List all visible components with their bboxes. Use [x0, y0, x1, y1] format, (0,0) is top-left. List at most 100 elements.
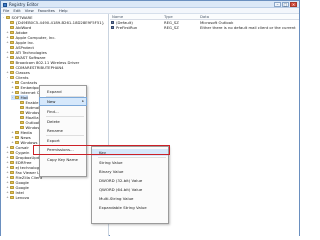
context-find[interactable]: Find... — [40, 108, 86, 115]
menu-edit[interactable]: Edit — [13, 8, 20, 13]
expander-icon[interactable]: + — [6, 31, 9, 34]
tree-item-label: Lenovo — [15, 195, 30, 200]
submenu-multi-string-value[interactable]: Multi-String Value — [92, 195, 168, 202]
string-value-icon — [111, 21, 114, 24]
expander-icon[interactable] — [16, 126, 19, 129]
folder-icon — [10, 176, 14, 179]
expander-icon[interactable]: + — [6, 186, 9, 189]
folder-icon — [10, 166, 14, 169]
folder-icon — [10, 26, 14, 29]
expander-icon[interactable]: + — [11, 86, 14, 89]
submenu-dword-value[interactable]: DWORD (32-bit) Value — [92, 177, 168, 184]
expander-icon[interactable]: + — [6, 56, 9, 59]
folder-icon — [6, 16, 10, 19]
expander-icon[interactable]: + — [6, 196, 9, 199]
folder-icon — [10, 41, 14, 44]
title-bar[interactable]: Registry Editor – □ × — [1, 1, 299, 8]
expander-icon[interactable]: + — [6, 161, 9, 164]
new-submenu: Key String Value Binary Value DWORD (32-… — [91, 146, 169, 224]
expander-icon[interactable]: + — [11, 136, 14, 139]
expander-icon[interactable]: + — [11, 91, 14, 94]
folder-icon — [10, 71, 14, 74]
folder-icon — [10, 191, 14, 194]
submenu-qword-value[interactable]: QWORD (64-bit) Value — [92, 186, 168, 193]
submenu-string-value[interactable]: String Value — [92, 159, 168, 166]
menu-file[interactable]: File — [3, 8, 9, 13]
context-export[interactable]: Export — [40, 137, 86, 144]
value-data: Either there is no default mail client o… — [200, 25, 297, 30]
folder-icon — [15, 131, 19, 134]
folder-icon — [10, 161, 14, 164]
maximize-button[interactable]: □ — [282, 2, 289, 7]
folder-icon — [20, 121, 24, 124]
expander-icon[interactable]: + — [6, 41, 9, 44]
expander-icon[interactable] — [6, 66, 9, 69]
expander-icon[interactable]: + — [11, 141, 14, 144]
folder-icon — [10, 171, 14, 174]
expander-icon[interactable]: + — [6, 51, 9, 54]
folder-icon — [10, 46, 14, 49]
expander-icon[interactable]: + — [6, 166, 9, 169]
folder-icon — [10, 181, 14, 184]
menu-help[interactable]: Help — [59, 8, 68, 13]
folder-icon — [10, 56, 14, 59]
folder-icon — [10, 36, 14, 39]
expander-icon[interactable]: - — [11, 96, 14, 99]
folder-icon — [10, 156, 14, 159]
expander-icon[interactable] — [6, 61, 9, 64]
folder-icon — [10, 51, 14, 54]
context-copy-key-name[interactable]: Copy Key Name — [40, 156, 86, 163]
expander-icon[interactable]: + — [11, 81, 14, 84]
separator — [46, 154, 84, 155]
expander-icon[interactable] — [16, 106, 19, 109]
expander-icon[interactable]: - — [2, 16, 5, 19]
expander-icon[interactable]: + — [6, 36, 9, 39]
expander-icon[interactable] — [16, 101, 19, 104]
folder-icon — [15, 96, 19, 99]
close-button[interactable]: × — [290, 2, 297, 7]
context-rename[interactable]: Rename — [40, 127, 86, 134]
expander-icon[interactable]: + — [6, 181, 9, 184]
expander-icon[interactable]: + — [6, 156, 9, 159]
expander-icon[interactable]: + — [6, 171, 9, 174]
folder-icon — [10, 61, 14, 64]
registry-editor-window: Registry Editor – □ × File Edit View Fav… — [0, 0, 300, 236]
expander-icon[interactable] — [6, 26, 9, 29]
expander-icon[interactable] — [6, 21, 9, 24]
expander-icon[interactable] — [6, 46, 9, 49]
separator — [46, 116, 84, 117]
folder-icon — [10, 151, 14, 154]
expander-icon[interactable]: + — [6, 191, 9, 194]
expander-icon[interactable]: - — [6, 76, 9, 79]
folder-icon — [15, 81, 19, 84]
folder-icon — [15, 86, 19, 89]
expander-icon[interactable] — [16, 111, 19, 114]
expander-icon[interactable]: + — [6, 146, 9, 149]
submenu-arrow-icon: ▸ — [82, 99, 84, 103]
context-delete[interactable]: Delete — [40, 118, 86, 125]
folder-icon — [20, 111, 24, 114]
tree-item[interactable]: + Lenovo — [6, 195, 29, 200]
context-expand[interactable]: Expand — [40, 88, 86, 95]
minimize-button[interactable]: – — [274, 2, 281, 7]
folder-icon — [10, 186, 14, 189]
submenu-binary-value[interactable]: Binary Value — [92, 168, 168, 175]
expander-icon[interactable] — [16, 116, 19, 119]
menu-view[interactable]: View — [25, 8, 34, 13]
separator — [46, 96, 84, 97]
folder-icon — [20, 116, 24, 119]
list-row[interactable]: PreFirstRun REG_SZ Either there is no de… — [110, 25, 299, 30]
submenu-key[interactable]: Key — [92, 149, 168, 156]
registry-editor-icon — [3, 2, 7, 7]
context-new[interactable]: New ▸ — [39, 97, 87, 106]
submenu-expandable-string-value[interactable]: Expandable String Value — [92, 204, 168, 211]
expander-icon[interactable]: + — [6, 71, 9, 74]
folder-icon — [10, 66, 14, 69]
expander-icon[interactable] — [16, 121, 19, 124]
expander-icon[interactable]: + — [6, 151, 9, 154]
menu-favorites[interactable]: Favorites — [38, 8, 55, 13]
context-permissions[interactable]: Permissions... — [40, 146, 86, 153]
expander-icon[interactable]: + — [11, 131, 14, 134]
expander-icon[interactable]: + — [6, 176, 9, 179]
folder-icon — [10, 21, 14, 24]
